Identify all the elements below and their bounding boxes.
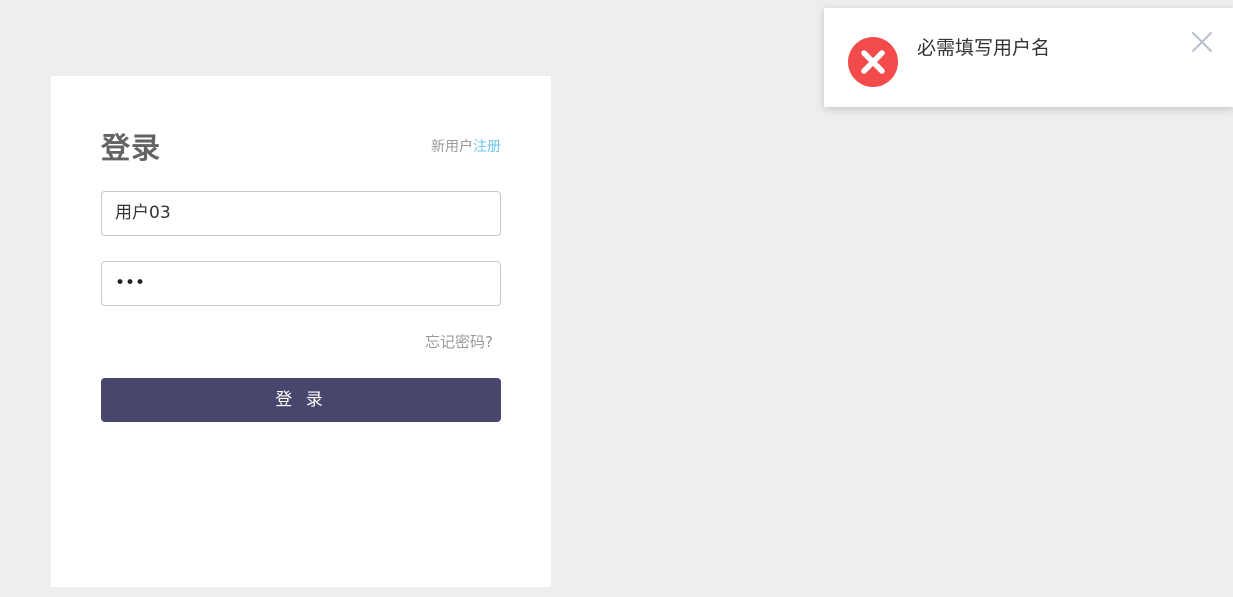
error-x-circle-icon — [848, 37, 898, 87]
login-card: 登录 新用户注册 用户03 ••• 忘记密码? 登 录 — [51, 76, 551, 587]
forgot-password-link[interactable]: 忘记密码? — [425, 333, 493, 351]
register-prompt: 新用户注册 — [431, 138, 501, 156]
login-header: 登录 新用户注册 — [101, 128, 501, 168]
login-button[interactable]: 登 录 — [101, 378, 501, 422]
page-title: 登录 — [101, 131, 162, 165]
error-toast: 必需填写用户名 — [824, 8, 1233, 107]
close-icon[interactable] — [1190, 30, 1214, 54]
password-masked-value: ••• — [115, 273, 146, 293]
password-input[interactable]: ••• — [101, 261, 501, 306]
username-value: 用户03 — [115, 203, 171, 223]
toast-message: 必需填写用户名 — [917, 37, 1051, 59]
register-prefix-text: 新用户 — [431, 139, 473, 155]
register-link[interactable]: 注册 — [473, 139, 501, 155]
username-input[interactable]: 用户03 — [101, 191, 501, 236]
